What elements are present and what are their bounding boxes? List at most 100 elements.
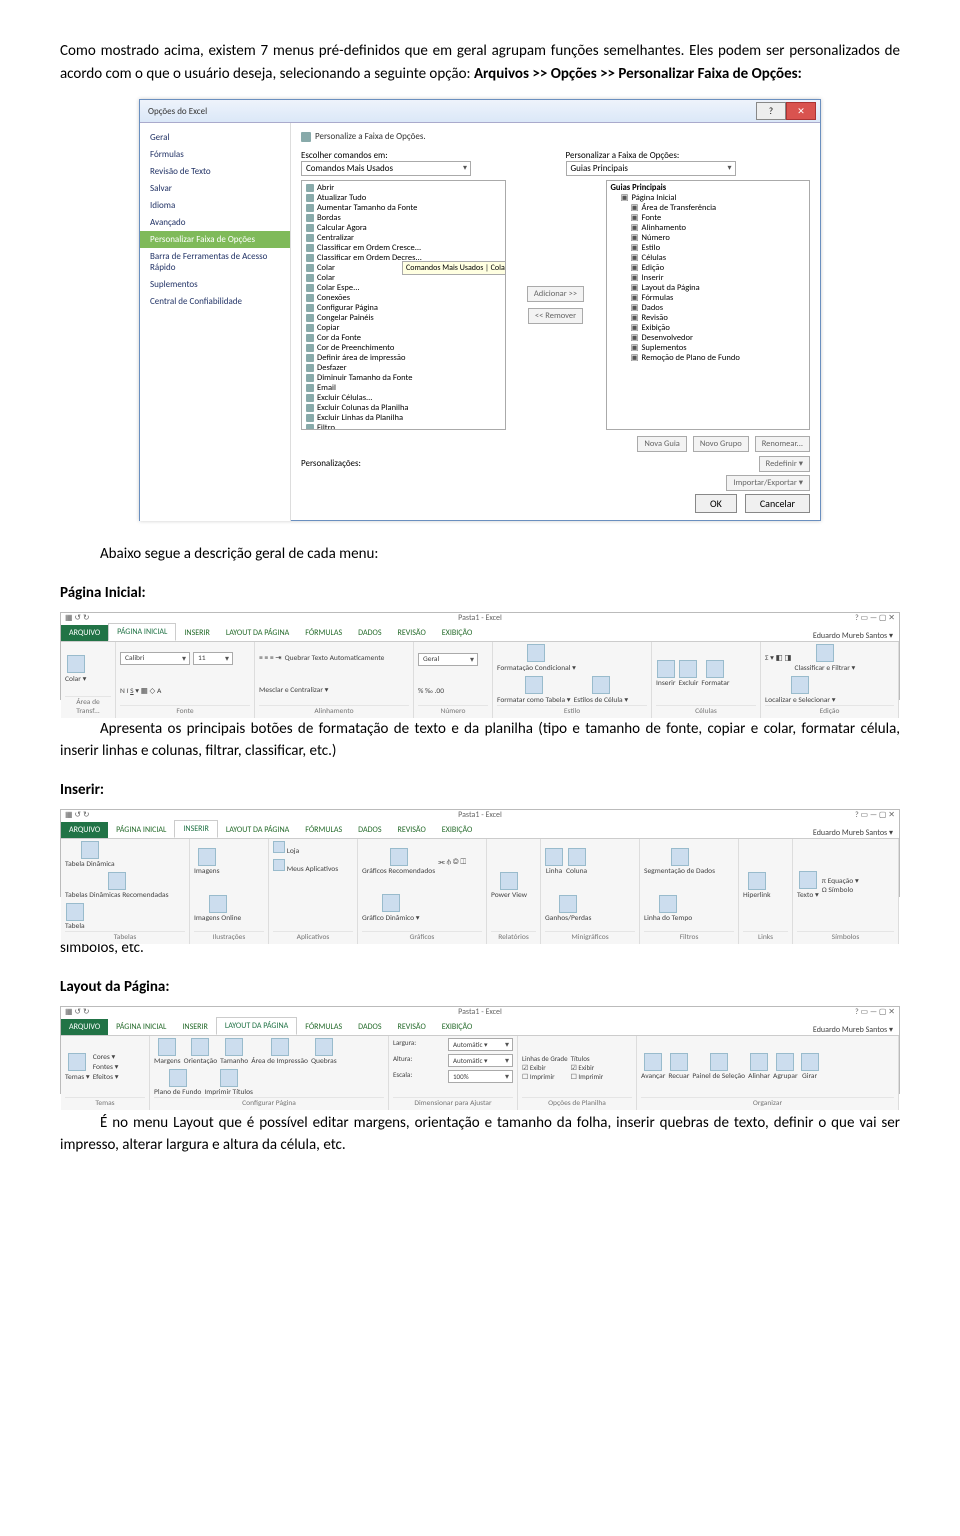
tab-inserir[interactable]: INSERIR bbox=[174, 820, 217, 838]
myapps-icon[interactable] bbox=[273, 859, 285, 871]
tab-formulas[interactable]: FÓRMULAS bbox=[297, 625, 350, 641]
commands-listbox[interactable]: AbrirAtualizar TudoAumentar Tamanho da F… bbox=[301, 180, 506, 430]
selection-pane-icon[interactable] bbox=[710, 1053, 728, 1071]
pivot-table-icon[interactable] bbox=[81, 841, 99, 859]
tab-layout[interactable]: LAYOUT DA PÁGINA bbox=[218, 822, 297, 838]
find-icon[interactable] bbox=[791, 676, 809, 694]
new-tab-button[interactable]: Nova Guia bbox=[637, 436, 687, 452]
store-icon[interactable] bbox=[273, 841, 285, 853]
tab-inserir[interactable]: INSERIR bbox=[174, 1019, 215, 1035]
online-img-icon[interactable] bbox=[209, 895, 227, 913]
pictures-icon[interactable] bbox=[198, 848, 216, 866]
number-format[interactable]: Geral bbox=[418, 653, 478, 666]
sidebar-item[interactable]: Avançado bbox=[140, 214, 290, 231]
tab-arquivo[interactable]: ARQUIVO bbox=[61, 1019, 108, 1035]
ribbon-layout: ▦ ↺ ↻ Pasta1 - Excel ? ▭ — ▢ ✕ ARQUIVO P… bbox=[60, 1006, 900, 1094]
reset-button[interactable]: Redefinir ▾ bbox=[759, 456, 810, 472]
print-area-icon[interactable] bbox=[271, 1038, 289, 1056]
tab-pagina-inicial[interactable]: PÁGINA INICIAL bbox=[108, 822, 174, 838]
sort-filter-icon[interactable] bbox=[816, 644, 834, 662]
customize-ribbon-combo[interactable]: Guias Principais bbox=[566, 161, 736, 176]
insert-icon[interactable] bbox=[657, 660, 675, 678]
power-view-icon[interactable] bbox=[500, 872, 518, 890]
sidebar-item[interactable]: Central de Confiabilidade bbox=[140, 293, 290, 310]
tab-pagina-inicial[interactable]: PÁGINA INICIAL bbox=[108, 623, 176, 641]
tab-formulas[interactable]: FÓRMULAS bbox=[297, 1019, 350, 1035]
sidebar-item[interactable]: Salvar bbox=[140, 180, 290, 197]
print-titles-icon[interactable] bbox=[220, 1069, 238, 1087]
tab-dados[interactable]: DADOS bbox=[350, 822, 389, 838]
sidebar-item[interactable]: Revisão de Texto bbox=[140, 163, 290, 180]
sparkline-col-icon[interactable] bbox=[568, 848, 586, 866]
tab-dados[interactable]: DADOS bbox=[350, 1019, 389, 1035]
tab-formulas[interactable]: FÓRMULAS bbox=[297, 822, 350, 838]
add-button[interactable]: Adicionar >> bbox=[527, 286, 584, 302]
import-export-button[interactable]: Importar/Exportar ▾ bbox=[726, 475, 810, 491]
font-size-combo[interactable]: 11 bbox=[193, 652, 233, 665]
sparkline-line-icon[interactable] bbox=[545, 848, 563, 866]
tab-arquivo[interactable]: ARQUIVO bbox=[61, 625, 108, 641]
help-button[interactable]: ? bbox=[756, 102, 786, 120]
sidebar-item[interactable]: Idioma bbox=[140, 197, 290, 214]
tab-arquivo[interactable]: ARQUIVO bbox=[61, 822, 108, 838]
paste-icon[interactable] bbox=[67, 655, 85, 673]
text-icon[interactable] bbox=[799, 871, 817, 889]
tab-dados[interactable]: DADOS bbox=[350, 625, 389, 641]
send-backward-icon[interactable] bbox=[670, 1053, 688, 1071]
tab-inserir[interactable]: INSERIR bbox=[176, 625, 217, 641]
account-name[interactable]: Eduardo Mureb Santos ▾ bbox=[813, 1025, 899, 1035]
cancel-button[interactable]: Cancelar bbox=[745, 494, 810, 513]
account-name[interactable]: Eduardo Mureb Santos ▾ bbox=[813, 828, 899, 838]
rec-pivot-icon[interactable] bbox=[108, 872, 126, 890]
tab-revisao[interactable]: REVISÃO bbox=[390, 625, 434, 641]
tab-exibicao[interactable]: EXIBIÇÃO bbox=[434, 1019, 481, 1035]
orientation-icon[interactable] bbox=[191, 1038, 209, 1056]
tab-pagina-inicial[interactable]: PÁGINA INICIAL bbox=[108, 1019, 174, 1035]
tab-exibicao[interactable]: EXIBIÇÃO bbox=[434, 822, 481, 838]
tab-layout[interactable]: LAYOUT DA PÁGINA bbox=[216, 1017, 297, 1035]
new-group-button[interactable]: Novo Grupo bbox=[693, 436, 749, 452]
rename-button[interactable]: Renomear... bbox=[755, 436, 810, 452]
bring-forward-icon[interactable] bbox=[644, 1053, 662, 1071]
delete-icon[interactable] bbox=[679, 660, 697, 678]
sidebar-item[interactable]: Suplementos bbox=[140, 276, 290, 293]
pivot-chart-icon[interactable] bbox=[382, 894, 400, 912]
table-icon[interactable] bbox=[66, 903, 84, 921]
remove-button[interactable]: << Remover bbox=[528, 308, 583, 324]
hyperlink-icon[interactable] bbox=[748, 872, 766, 890]
account-name[interactable]: Eduardo Mureb Santos ▾ bbox=[813, 631, 899, 641]
sidebar-item[interactable]: Geral bbox=[140, 129, 290, 146]
themes-icon[interactable] bbox=[68, 1053, 86, 1071]
cond-format-icon[interactable] bbox=[527, 644, 545, 662]
dialog-titlebar: Opções do Excel ? ✕ bbox=[140, 100, 820, 123]
rotate-icon[interactable] bbox=[801, 1053, 819, 1071]
customize-ribbon-label: Personalizar a Faixa de Opções: bbox=[566, 150, 811, 161]
breaks-icon[interactable] bbox=[315, 1038, 333, 1056]
align-icon[interactable] bbox=[750, 1053, 768, 1071]
table-format-icon[interactable] bbox=[525, 676, 543, 694]
tab-exibicao[interactable]: EXIBIÇÃO bbox=[434, 625, 481, 641]
choose-commands-combo[interactable]: Comandos Mais Usados bbox=[301, 161, 471, 176]
format-icon[interactable] bbox=[706, 660, 724, 678]
rec-charts-icon[interactable] bbox=[390, 848, 408, 866]
timeline-icon[interactable] bbox=[659, 895, 677, 913]
sidebar-item-selected[interactable]: Personalizar Faixa de Opções bbox=[140, 231, 290, 248]
excel-options-dialog: Opções do Excel ? ✕ Geral Fórmulas Revis… bbox=[139, 99, 821, 521]
tab-layout[interactable]: LAYOUT DA PÁGINA bbox=[218, 625, 297, 641]
tab-revisao[interactable]: REVISÃO bbox=[390, 1019, 434, 1035]
size-icon[interactable] bbox=[225, 1038, 243, 1056]
tab-revisao[interactable]: REVISÃO bbox=[390, 822, 434, 838]
dialog-title: Opções do Excel bbox=[144, 106, 207, 117]
ribbon-tree[interactable]: Guias PrincipaisPágina InicialÁrea de Tr… bbox=[606, 180, 811, 430]
close-button[interactable]: ✕ bbox=[786, 102, 816, 120]
background-icon[interactable] bbox=[169, 1069, 187, 1087]
cell-styles-icon[interactable] bbox=[592, 676, 610, 694]
font-combo[interactable]: Calibri bbox=[120, 652, 190, 665]
group-icon[interactable] bbox=[776, 1053, 794, 1071]
margins-icon[interactable] bbox=[158, 1038, 176, 1056]
slicer-icon[interactable] bbox=[671, 848, 689, 866]
sidebar-item[interactable]: Barra de Ferramentas de Acesso Rápido bbox=[140, 248, 290, 276]
ok-button[interactable]: OK bbox=[695, 494, 737, 513]
sidebar-item[interactable]: Fórmulas bbox=[140, 146, 290, 163]
sparkline-wl-icon[interactable] bbox=[559, 895, 577, 913]
